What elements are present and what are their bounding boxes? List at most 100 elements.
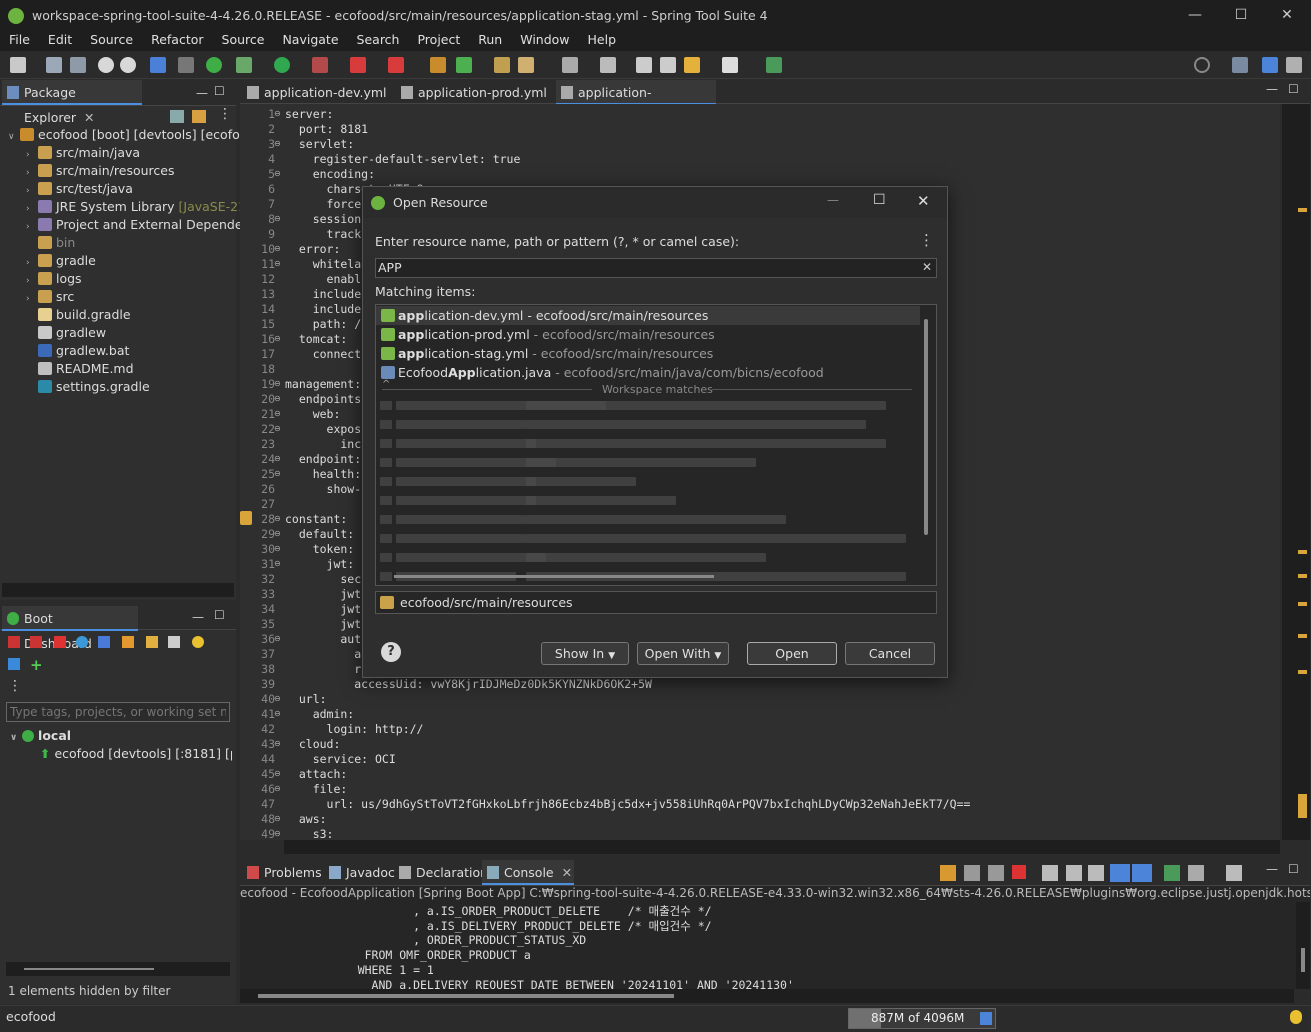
skip-breakpoints-icon[interactable] <box>178 57 194 73</box>
bulb-icon[interactable] <box>192 636 204 648</box>
link-editor-icon[interactable] <box>192 110 206 123</box>
matching-items-list[interactable]: application-dev.yml - ecofood/src/main/r… <box>375 304 937 586</box>
resource-item[interactable]: application-stag.yml - ecofood/src/main/… <box>376 344 920 363</box>
add-icon[interactable]: + <box>30 656 43 674</box>
chevron-icon[interactable]: ∨ <box>8 128 20 146</box>
menu-item[interactable]: Navigate <box>273 31 347 51</box>
view-menu-icon[interactable]: ⋮ <box>8 678 22 694</box>
pin-console-icon[interactable] <box>1164 865 1180 881</box>
dialog-close-button[interactable]: ✕ <box>917 192 930 210</box>
undo-icon[interactable] <box>98 57 114 73</box>
open-with-button[interactable]: Open With ▼ <box>637 642 729 665</box>
overview-ruler[interactable] <box>1282 104 1310 840</box>
search-file-icon[interactable] <box>562 57 578 73</box>
terminal-icon[interactable] <box>150 57 166 73</box>
menu-item[interactable]: Run <box>469 31 511 51</box>
close-icon[interactable]: ✕ <box>562 865 572 880</box>
tree-item[interactable]: › src <box>26 288 74 306</box>
remove-launch-icon[interactable] <box>964 865 980 881</box>
word-wrap-icon[interactable] <box>1088 865 1104 881</box>
maximize-view-icon[interactable]: ☐ <box>1288 862 1299 876</box>
run-icon[interactable] <box>274 57 290 73</box>
edit-icon[interactable] <box>146 636 158 648</box>
back-arrow-icon[interactable] <box>684 57 700 73</box>
tree-item[interactable]: settings.gradle <box>26 378 150 396</box>
tree-item[interactable]: › JRE System Library [JavaSE-21] <box>26 198 251 216</box>
menu-item[interactable]: Edit <box>39 31 81 51</box>
relaunch-icon[interactable] <box>388 57 404 73</box>
close-icon[interactable]: ✕ <box>84 110 94 125</box>
tab-application-prod[interactable]: application-prod.yml <box>396 80 552 105</box>
tab-package-explorer[interactable]: Package Explorer ✕ <box>2 80 142 125</box>
tab-declaration[interactable]: Declaration <box>394 860 488 885</box>
terminate-relaunch-icon[interactable] <box>940 865 956 881</box>
dialog-maximize-button[interactable]: ☐ <box>873 192 886 208</box>
fold-icon[interactable]: ⊖ <box>274 769 281 778</box>
menu-item[interactable]: Project <box>408 31 469 51</box>
menu-item[interactable]: Help <box>579 31 626 51</box>
new-java-project-icon[interactable] <box>430 57 446 73</box>
fold-icon[interactable]: ⊖ <box>274 709 281 718</box>
save-icon[interactable] <box>46 57 62 73</box>
tree-item[interactable]: › gradle <box>26 252 96 270</box>
fold-icon[interactable]: ⊖ <box>274 814 281 823</box>
minimize-view-icon[interactable]: — <box>1266 862 1278 876</box>
fold-icon[interactable]: ⊖ <box>274 409 281 418</box>
git-perspective-icon[interactable] <box>1286 57 1302 73</box>
editor-horizontal-scrollbar[interactable] <box>284 840 1280 854</box>
maximize-button[interactable]: ☐ <box>1218 0 1264 31</box>
horizontal-scrollbar[interactable] <box>2 583 234 597</box>
save-all-icon[interactable] <box>70 57 86 73</box>
menu-item[interactable]: Search <box>348 31 409 51</box>
fold-icon[interactable]: ⊖ <box>274 544 281 553</box>
start-icon[interactable] <box>8 636 20 648</box>
minimize-editor-icon[interactable]: — <box>1266 82 1278 96</box>
tree-item[interactable]: › src/main/resources <box>26 162 174 180</box>
console-horizontal-scrollbar[interactable] <box>240 989 1294 1003</box>
tree-item[interactable]: bin <box>26 234 75 252</box>
list-vertical-scrollbar[interactable] <box>924 319 928 535</box>
bulb-icon[interactable] <box>1290 1010 1302 1024</box>
fold-icon[interactable]: ⊖ <box>274 109 281 118</box>
show-on-stderr-icon[interactable] <box>1132 864 1152 882</box>
fold-icon[interactable]: ⊖ <box>274 454 281 463</box>
fold-icon[interactable]: ⊖ <box>274 214 281 223</box>
fold-icon[interactable]: ⊖ <box>274 334 281 343</box>
menu-item[interactable]: Source <box>81 31 142 51</box>
fold-icon[interactable]: ⊖ <box>274 694 281 703</box>
dialog-menu-icon[interactable]: ⋮ <box>919 231 934 249</box>
refresh-icon[interactable] <box>122 636 134 648</box>
next-edit-icon[interactable] <box>660 57 676 73</box>
fold-icon[interactable]: ⊖ <box>274 784 281 793</box>
fold-icon[interactable]: ⊖ <box>274 529 281 538</box>
menu-item[interactable]: File <box>0 31 39 51</box>
dialog-minimize-button[interactable]: — <box>827 193 839 207</box>
tree-item[interactable]: › logs <box>26 270 82 288</box>
resource-item[interactable]: EcofoodApplication.java - ecofood/src/ma… <box>376 363 920 382</box>
horizontal-scrollbar[interactable] <box>6 962 230 976</box>
fold-icon[interactable]: ⊖ <box>274 259 281 268</box>
tree-item[interactable]: gradlew.bat <box>26 342 129 360</box>
display-console-icon[interactable] <box>1188 865 1204 881</box>
clear-icon[interactable]: ✕ <box>922 260 932 274</box>
open-task-icon[interactable] <box>518 57 534 73</box>
open-button[interactable]: Open <box>747 642 837 665</box>
tab-application-dev[interactable]: application-dev.yml <box>242 80 392 105</box>
menu-item[interactable]: Window <box>511 31 578 51</box>
new-icon[interactable] <box>10 57 26 73</box>
search-icon[interactable] <box>1194 57 1210 73</box>
spring-perspective-icon[interactable] <box>1262 57 1278 73</box>
tree-item[interactable]: ∨ ecofood [boot] [devtools] [ecofood <box>8 126 255 144</box>
tree-item[interactable]: gradlew <box>26 324 106 342</box>
minimize-button[interactable]: — <box>1172 0 1218 31</box>
app-row[interactable]: ⬆ ecofood [devtools] [:8181] [pro <box>40 746 232 764</box>
debug-icon[interactable] <box>236 57 252 73</box>
fold-icon[interactable]: ⊖ <box>274 394 281 403</box>
console-vertical-scrollbar[interactable] <box>1296 902 1310 989</box>
filter-icon[interactable] <box>8 658 20 670</box>
tree-item[interactable]: › src/main/java <box>26 144 140 162</box>
open-type-icon[interactable] <box>494 57 510 73</box>
local-target[interactable]: ∨ local <box>10 728 71 746</box>
prev-edit-icon[interactable] <box>636 57 652 73</box>
tab-application-stag[interactable]: application-stag.yml✕ <box>556 80 716 125</box>
